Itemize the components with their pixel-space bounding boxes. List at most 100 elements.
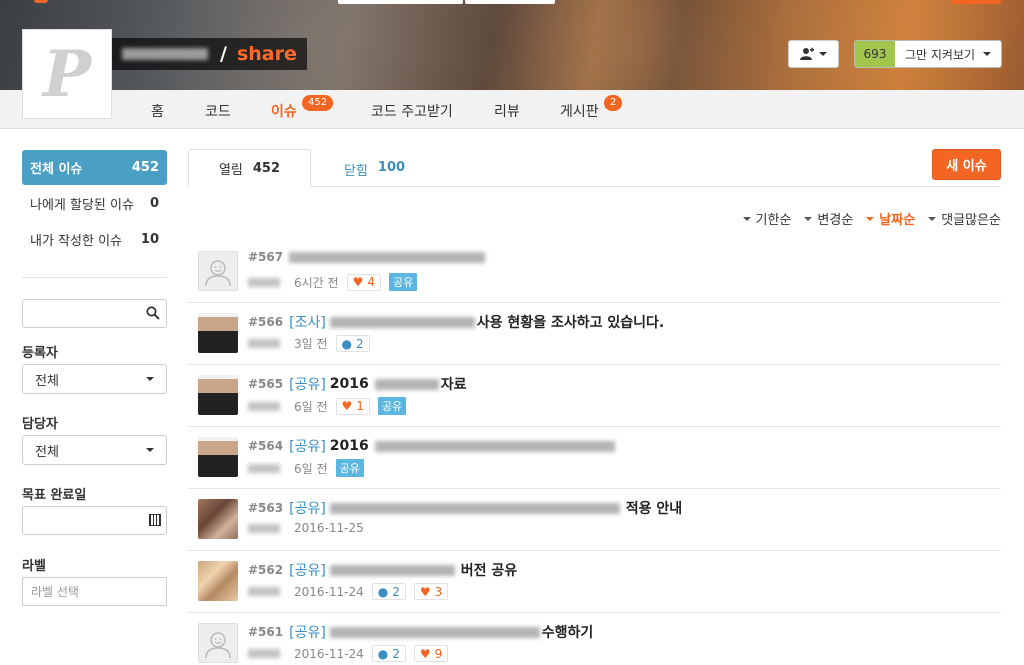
issue-title-prefix[interactable]: 2016 xyxy=(330,438,369,454)
issue-date: 2016-11-25 xyxy=(294,521,364,535)
issue-row[interactable]: #566 [조사] 사용 현황을 조사하고 있습니다. 3일 전 ● 2 xyxy=(188,303,1001,365)
issue-author-redacted[interactable] xyxy=(248,523,280,533)
user-avatar xyxy=(198,561,238,601)
share-label-tag[interactable]: 공유 xyxy=(377,397,407,415)
registrant-label: 등록자 xyxy=(22,346,58,361)
heart-icon: ♥ xyxy=(341,399,353,413)
issue-title-line: #562 [공유] 버전 공유 xyxy=(248,560,517,580)
share-label-tag[interactable]: 공유 xyxy=(335,459,364,477)
comments-chip[interactable]: ● 2 xyxy=(371,645,406,662)
filter-all-issues[interactable]: 전체 이슈 452 xyxy=(22,150,167,185)
issue-title-prefix[interactable]: 2016 xyxy=(330,376,369,392)
likes-chip[interactable]: ♥ 9 xyxy=(413,645,449,662)
assignee-select[interactable]: 전체 xyxy=(22,435,167,465)
comments-chip[interactable]: ● 2 xyxy=(371,583,406,600)
sort-by-due[interactable]: 기한순 xyxy=(742,209,792,228)
comments-count: 2 xyxy=(392,584,400,599)
issue-row[interactable]: #563 [공유] 적용 안내 2016-11-25 xyxy=(188,489,1001,551)
nav-code[interactable]: 코드 xyxy=(205,101,231,121)
top-search-button-fragment[interactable] xyxy=(465,0,555,4)
issue-meta: 2016-11-24 ● 2 ♥ 3 xyxy=(248,583,449,600)
sort-by-date[interactable]: 날짜순 xyxy=(866,209,915,228)
likes-chip[interactable]: ♥ 1 xyxy=(335,397,370,415)
filter-assigned-to-me[interactable]: 나에게 할당된 이슈 0 xyxy=(22,186,167,221)
chevron-down-icon xyxy=(742,216,751,221)
sort-by-comments[interactable]: 댓글많은순 xyxy=(928,209,1001,228)
user-avatar xyxy=(198,375,238,415)
tab-closed-issues[interactable]: 닫힘 100 xyxy=(344,160,405,179)
project-owner-redacted[interactable] xyxy=(122,48,208,60)
issue-author-redacted[interactable] xyxy=(248,339,280,348)
unwatch-button[interactable]: 그만 지켜보기 xyxy=(895,41,1002,67)
registrant-select[interactable]: 전체 xyxy=(22,364,167,394)
issue-title[interactable]: 수행하기 xyxy=(542,622,594,642)
due-date-input[interactable] xyxy=(22,506,167,535)
issue-meta: 6시간 전 ♥ 4 공유 xyxy=(248,273,418,291)
sort-by-updated[interactable]: 변경순 xyxy=(804,209,853,228)
user-avatar xyxy=(198,313,238,353)
issue-title[interactable]: 버전 공유 xyxy=(461,560,517,580)
comment-icon: ● xyxy=(377,646,389,661)
issue-author-redacted[interactable] xyxy=(248,401,280,411)
chevron-down-icon xyxy=(819,52,827,56)
top-search-input-fragment[interactable] xyxy=(338,0,463,4)
likes-count: 3 xyxy=(434,584,443,599)
issue-author-redacted[interactable] xyxy=(248,649,280,658)
issue-title[interactable]: 사용 현황을 조사하고 있습니다. xyxy=(477,312,664,332)
issue-title[interactable]: 적용 안내 xyxy=(626,498,682,518)
assignee-select-value: 전체 xyxy=(35,444,59,460)
issue-number: #562 xyxy=(248,563,284,577)
issue-category: [공유] xyxy=(289,563,326,579)
assignee-label: 담당자 xyxy=(22,417,58,432)
sort-by-due-label: 기한순 xyxy=(755,213,792,228)
nav-board[interactable]: 게시판 xyxy=(560,101,599,121)
issue-number: #564 xyxy=(248,439,284,453)
issue-row[interactable]: #565 [공유] 2016 자료 6일 전 ♥ 1 공유 xyxy=(188,365,1001,427)
nav-issues[interactable]: 이슈 xyxy=(271,101,297,121)
issue-title[interactable]: 자료 xyxy=(441,374,467,394)
watch-button-group[interactable]: 693 그만 지켜보기 xyxy=(854,40,1003,68)
issue-author-redacted[interactable] xyxy=(248,277,280,287)
calendar-icon[interactable] xyxy=(149,514,161,526)
new-issue-button[interactable]: 새 이슈 xyxy=(932,149,1001,180)
top-action-button-fragment[interactable] xyxy=(951,0,1001,4)
issue-title-redacted[interactable] xyxy=(289,251,486,263)
project-repo-name[interactable]: share xyxy=(237,43,297,65)
issue-time: 3일 전 xyxy=(294,337,328,351)
nav-pull-requests[interactable]: 코드 주고받기 xyxy=(371,101,453,121)
sort-by-date-label: 날짜순 xyxy=(879,213,916,228)
label-select-input[interactable]: 라벨 선택 xyxy=(22,577,167,606)
issue-row[interactable]: #561 [공유] 수행하기 2016-11-24 ● 2 ♥ 9 xyxy=(188,613,1001,665)
issue-author-redacted[interactable] xyxy=(248,587,280,596)
search-icon[interactable] xyxy=(146,306,160,320)
issue-author-redacted[interactable] xyxy=(248,463,280,473)
share-label-tag[interactable]: 공유 xyxy=(388,273,418,291)
issue-row[interactable]: #564 [공유] 2016 6일 전 공유 xyxy=(188,427,1001,489)
nav-board-badge: 2 xyxy=(604,95,623,111)
issue-row[interactable]: #567 6시간 전 ♥ 4 공유 xyxy=(188,241,1001,303)
tab-closed-count: 100 xyxy=(377,160,406,175)
member-menu-button[interactable] xyxy=(788,40,839,68)
project-avatar[interactable]: P xyxy=(22,29,112,119)
comment-icon: ● xyxy=(341,336,353,351)
chevron-down-icon xyxy=(928,216,937,221)
issue-date: 2016-11-24 xyxy=(294,584,364,599)
top-logo-fragment[interactable] xyxy=(34,0,48,3)
issue-search-input[interactable] xyxy=(22,299,167,328)
likes-count: 4 xyxy=(367,275,375,289)
likes-count: 9 xyxy=(434,646,443,661)
user-avatar xyxy=(198,437,238,477)
issue-number: #566 xyxy=(248,315,284,329)
likes-chip[interactable]: ♥ 4 xyxy=(346,273,381,291)
likes-chip[interactable]: ♥ 3 xyxy=(413,583,449,600)
nav-home[interactable]: 홈 xyxy=(151,101,164,121)
filter-authored-by-me[interactable]: 내가 작성한 이슈 10 xyxy=(22,222,167,257)
tab-open-count: 452 xyxy=(252,160,281,176)
issue-time: 6일 전 xyxy=(294,399,328,414)
issue-number: #563 xyxy=(248,501,284,515)
nav-review[interactable]: 리뷰 xyxy=(494,101,520,121)
sort-options: 기한순 변경순 날짜순 댓글많은순 xyxy=(742,209,1001,228)
issue-row[interactable]: #562 [공유] 버전 공유 2016-11-24 ● 2 ♥ 3 xyxy=(188,551,1001,613)
comments-chip[interactable]: ● 2 xyxy=(335,335,370,352)
tab-open-issues[interactable]: 열림 452 xyxy=(188,149,311,187)
